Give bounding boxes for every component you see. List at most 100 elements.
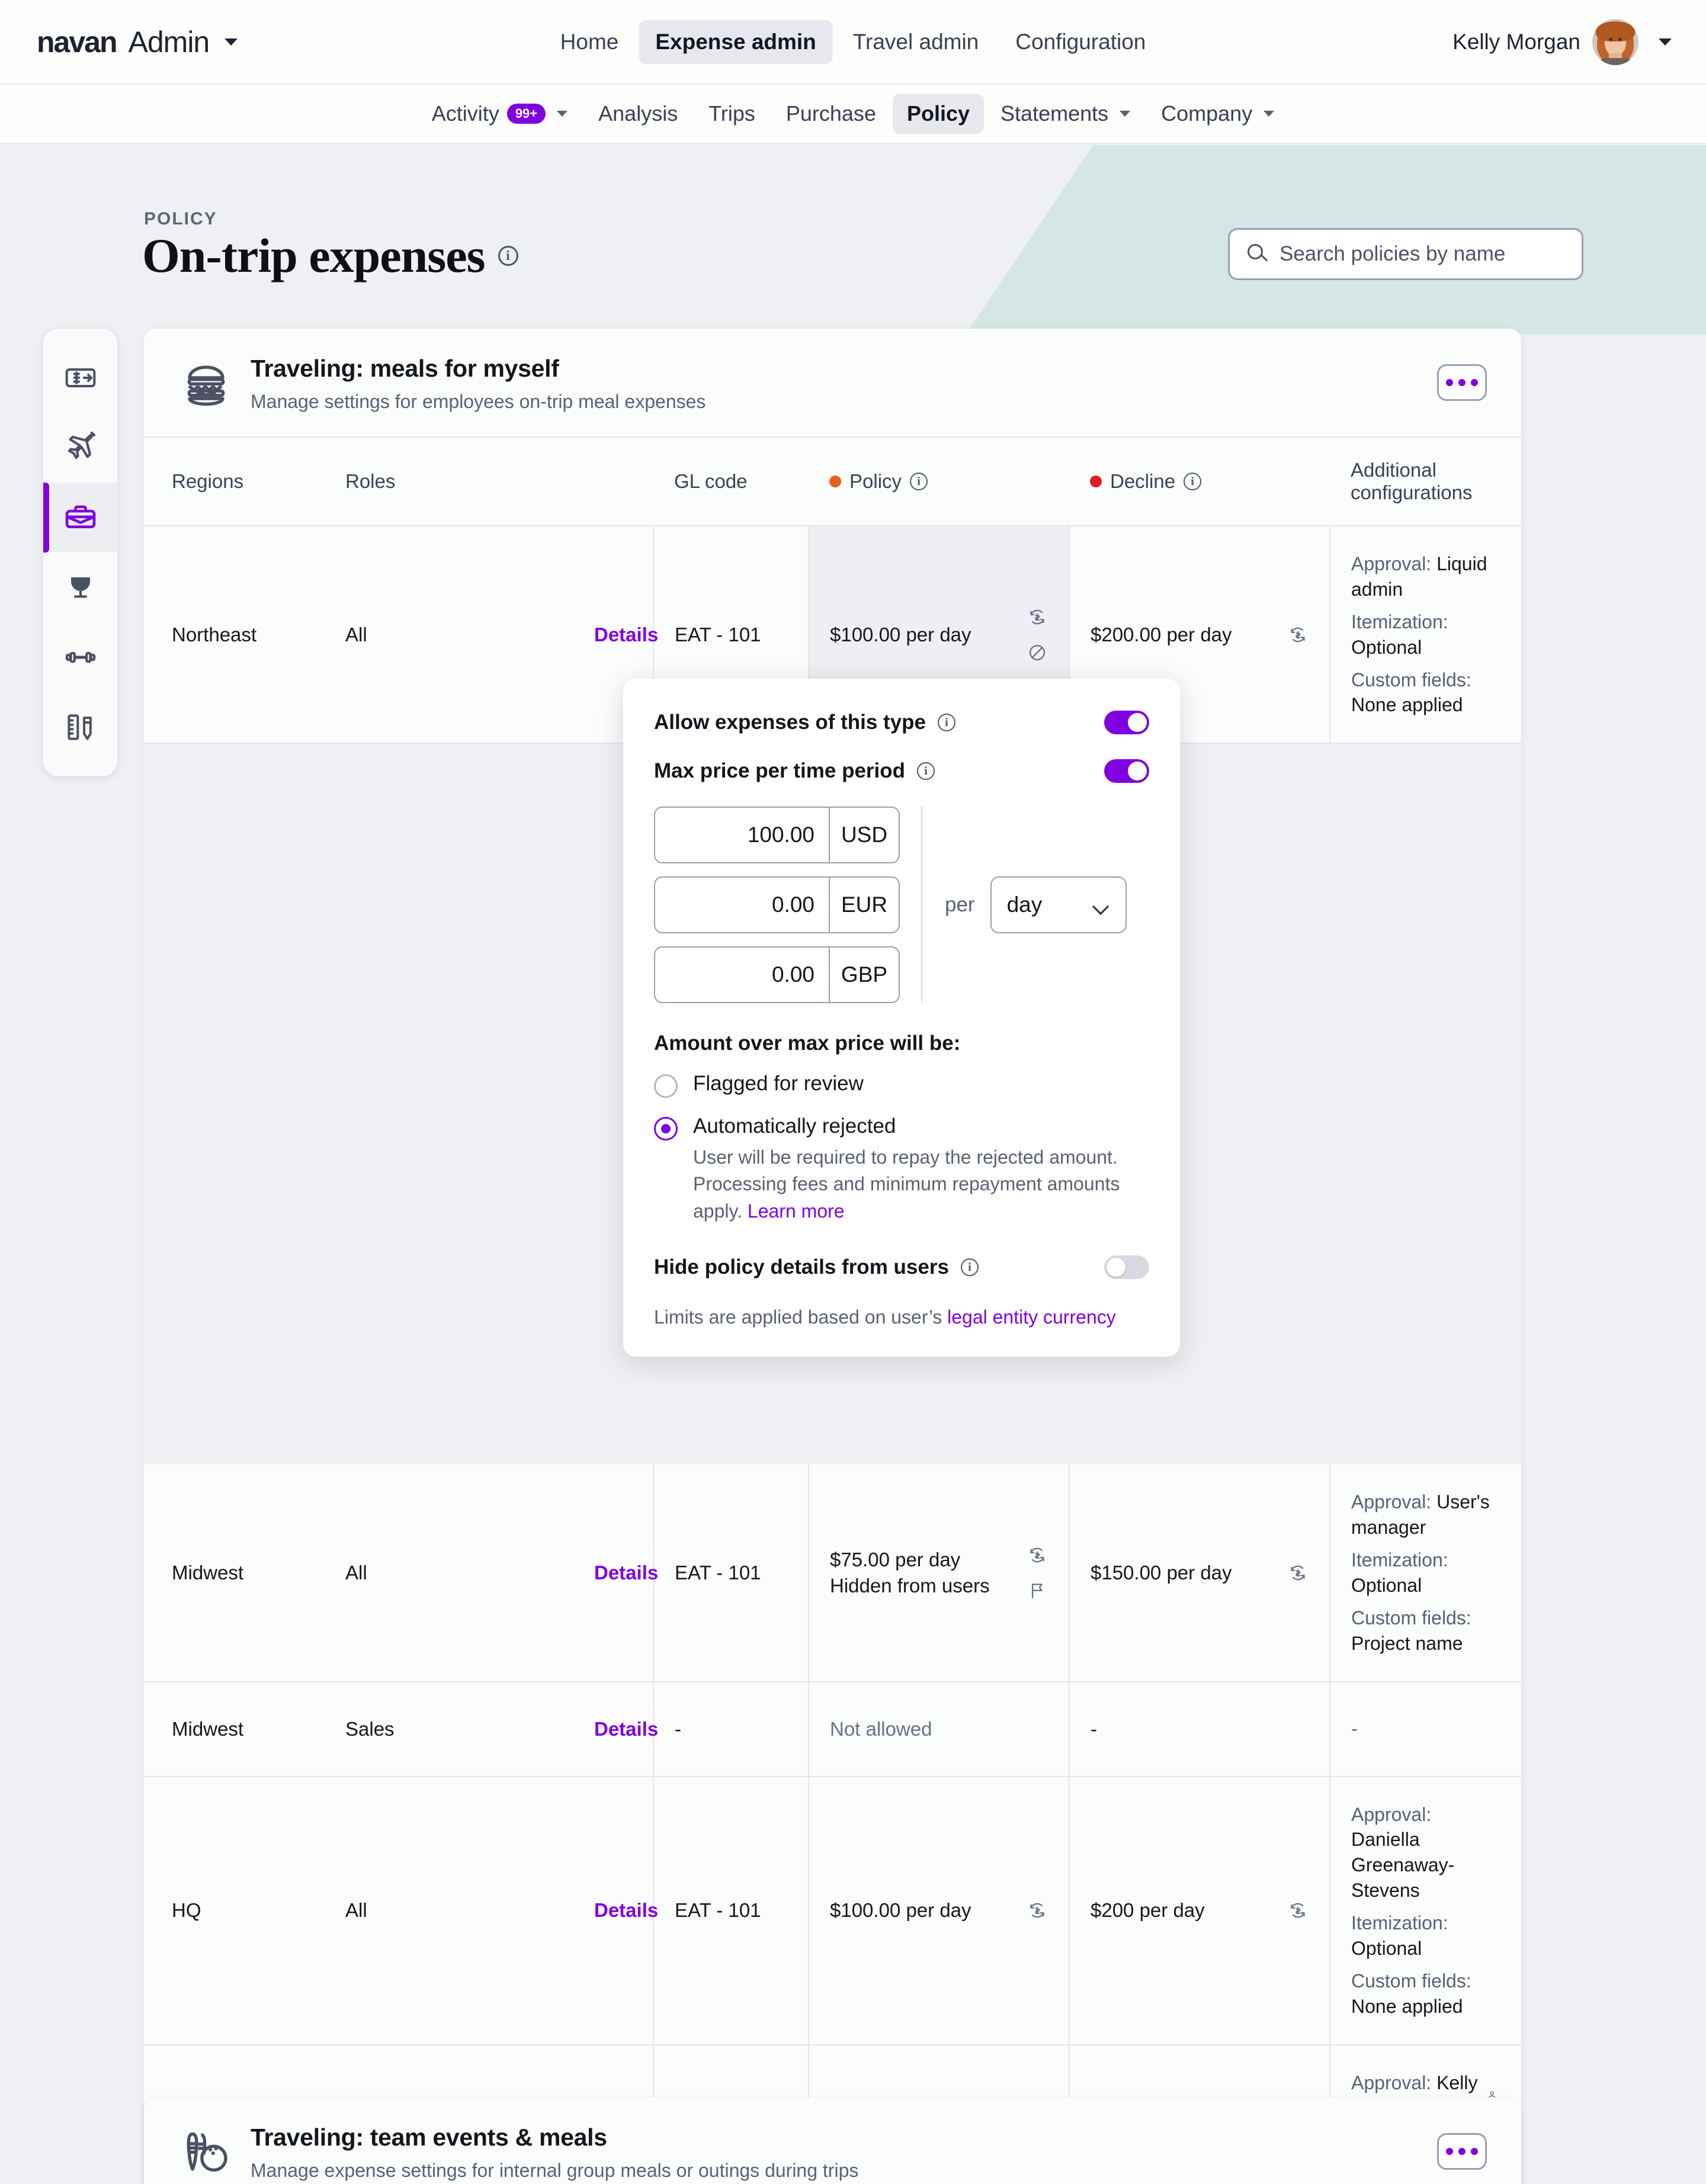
amount-value-usd[interactable]: 100.00 (655, 808, 829, 862)
tab-trips[interactable]: Trips (694, 94, 769, 134)
column-gl-code: GL code (653, 436, 809, 526)
rail-item-flights[interactable] (43, 413, 117, 483)
info-icon[interactable]: i (910, 473, 928, 490)
card-options-button[interactable] (1437, 364, 1487, 401)
wine-glass-icon (70, 577, 90, 598)
column-policy-label: Policy (849, 470, 902, 492)
blocked-icon (1029, 644, 1046, 660)
amount-value-eur[interactable]: 0.00 (655, 878, 829, 932)
cell-details: Details (594, 1776, 658, 2045)
cell-details: Details (594, 1681, 658, 1777)
user-menu[interactable]: Kelly Morgan (1452, 18, 1672, 65)
rail-item-fitness[interactable] (43, 622, 117, 692)
rail-item-drinks[interactable] (43, 553, 117, 622)
card-header: Traveling: team events & meals Manage ex… (144, 2098, 1521, 2184)
itemization-value: Optional (1351, 1937, 1422, 1959)
rail-item-money-transfer[interactable] (43, 343, 117, 413)
brand-logo[interactable]: navan Admin (37, 25, 238, 59)
radio-flagged-for-review[interactable] (654, 1074, 678, 1098)
period-selector-area: per day (921, 807, 1127, 1003)
details-link[interactable]: Details (594, 1899, 658, 1921)
nav-expense-admin[interactable]: Expense admin (639, 20, 833, 64)
chevron-down-icon[interactable] (1659, 38, 1672, 46)
allow-expenses-toggle[interactable] (1104, 711, 1149, 734)
info-icon[interactable]: i (938, 714, 955, 731)
primary-nav: Home Expense admin Travel admin Configur… (544, 20, 1163, 64)
cell-details: Details (594, 1464, 658, 1682)
itemization-value: Optional (1351, 636, 1422, 658)
approval-label: Approval: (1351, 1803, 1432, 1825)
table-row[interactable]: Midwest All Details EAT - 101 $75.00 per… (144, 1464, 1521, 1682)
burger-icon (181, 358, 232, 409)
policy-icons (1027, 1900, 1047, 1920)
hide-policy-details-row: Hide policy details from users i (654, 1255, 1149, 1280)
nav-home[interactable]: Home (544, 20, 636, 64)
money-transfer-icon (65, 368, 95, 387)
nav-configuration[interactable]: Configuration (999, 20, 1162, 64)
briefcase-icon (65, 505, 95, 529)
approval-label: Approval: (1351, 553, 1437, 574)
avatar[interactable] (1592, 18, 1638, 65)
tab-company[interactable]: Company (1147, 94, 1288, 134)
repay-icon (1030, 1547, 1044, 1563)
cell-gl-code: EAT - 101 (653, 1776, 809, 2045)
rail-item-office-supplies[interactable] (43, 692, 117, 762)
amount-input-usd[interactable]: 100.00 USD (654, 807, 900, 863)
policy-line: Not allowed (830, 1717, 932, 1740)
max-price-row: Max price per time period i (654, 759, 1149, 783)
hide-policy-details-toggle[interactable] (1104, 1255, 1149, 1280)
table-row[interactable]: HQ All Details EAT - 101 $100.00 per day (144, 1776, 1521, 2045)
learn-more-link[interactable]: Learn more (748, 1200, 845, 1222)
rail-item-on-trip-expenses[interactable] (43, 483, 117, 553)
cell-policy: Not allowed (808, 1681, 1069, 1777)
card-title-block: Traveling: meals for myself Manage setti… (251, 355, 706, 413)
airplane-icon (68, 431, 95, 459)
tab-activity[interactable]: Activity 99+ (418, 94, 582, 134)
info-icon[interactable]: i (1184, 473, 1202, 490)
chevron-down-icon[interactable] (225, 38, 238, 46)
info-icon[interactable]: i (917, 762, 935, 780)
option-flagged-label: Flagged for review (693, 1072, 864, 1095)
amount-input-gbp[interactable]: 0.00 GBP (654, 946, 900, 1003)
nav-travel-admin[interactable]: Travel admin (836, 20, 995, 64)
chevron-down-icon[interactable] (1264, 111, 1275, 117)
tab-purchase[interactable]: Purchase (772, 94, 890, 134)
brand-suffix: Admin (128, 25, 210, 59)
card-subtitle: Manage settings for employees on-trip me… (251, 391, 706, 412)
amount-input-eur[interactable]: 0.00 EUR (654, 876, 900, 933)
cell-decline: $200 per day (1069, 1776, 1330, 2045)
dot (1458, 379, 1466, 386)
tab-statements-label: Statements (1000, 101, 1109, 126)
chevron-down-icon[interactable] (1120, 111, 1131, 117)
chevron-down-icon[interactable] (557, 111, 568, 117)
decline-icons (1288, 625, 1308, 645)
max-price-toggle[interactable] (1104, 759, 1149, 783)
amount-value-gbp[interactable]: 0.00 (655, 948, 829, 1002)
tab-analysis[interactable]: Analysis (584, 94, 692, 134)
legal-entity-currency-link[interactable]: legal entity currency (947, 1306, 1116, 1328)
decline-icons (1288, 1900, 1308, 1920)
column-decline: Decline i (1069, 436, 1330, 526)
cell-role: All (345, 526, 594, 744)
allow-expenses-text: Allow expenses of this type (654, 711, 926, 734)
radio-automatically-rejected[interactable] (654, 1117, 678, 1141)
tab-activity-label: Activity (431, 101, 499, 126)
limits-note: Limits are applied based on user’s legal… (654, 1306, 1149, 1328)
details-link[interactable]: Details (594, 1562, 658, 1584)
itemization-label: Itemization: (1351, 1912, 1448, 1934)
details-link[interactable]: Details (594, 1718, 658, 1740)
decline-icons (1288, 1563, 1308, 1583)
info-icon[interactable]: i (960, 1258, 979, 1277)
info-icon[interactable]: i (498, 246, 518, 266)
tab-statements[interactable]: Statements (986, 94, 1144, 134)
table-row[interactable]: Midwest Sales Details - Not allowed - - (144, 1681, 1521, 1777)
tab-policy[interactable]: Policy (892, 94, 985, 134)
tab-trips-label: Trips (708, 101, 755, 126)
details-link[interactable]: Details (594, 624, 658, 645)
option-flagged-for-review[interactable]: Flagged for review (654, 1072, 1149, 1098)
card-options-button[interactable] (1437, 2133, 1487, 2170)
period-select[interactable]: day (990, 876, 1127, 933)
option-automatically-rejected[interactable]: Automatically rejected User will be requ… (654, 1115, 1149, 1225)
cell-region: Midwest (144, 1464, 345, 1682)
additional-dash: - (1351, 1718, 1358, 1740)
